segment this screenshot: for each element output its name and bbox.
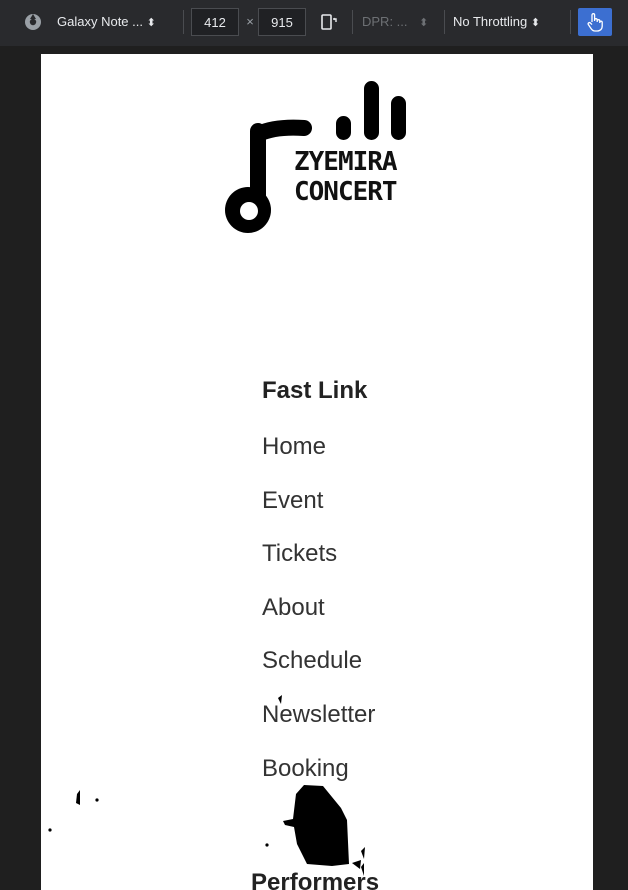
toolbar-divider xyxy=(352,10,353,34)
rotate-icon[interactable] xyxy=(316,8,342,36)
device-select-arrow-icon: ⬍ xyxy=(146,17,156,29)
dpr-select-arrow-icon: ⬍ xyxy=(419,17,429,29)
nav-link-newsletter[interactable]: Newsletter xyxy=(262,701,375,728)
nav-item-event: Event xyxy=(262,480,375,534)
nav-item-booking: Booking xyxy=(262,748,375,802)
nav-link-schedule[interactable]: Schedule xyxy=(262,647,362,674)
throttling-select-label: No Throttling xyxy=(453,14,528,29)
toolbar-divider xyxy=(570,10,571,34)
nav-item-tickets: Tickets xyxy=(262,533,375,587)
dpr-select-label: DPR: ... xyxy=(362,14,408,29)
fast-link-heading: Fast Link xyxy=(262,377,368,404)
throttling-select-arrow-icon: ⬍ xyxy=(530,17,541,29)
device-settings-icon[interactable] xyxy=(22,8,44,36)
nav-link-booking[interactable]: Booking xyxy=(262,755,349,782)
zyemira-concert-logo: ZYEMIRA CONCERT xyxy=(216,76,421,241)
nav-item-newsletter: Newsletter xyxy=(262,694,375,748)
nav-link-home[interactable]: Home xyxy=(262,433,326,460)
throttling-select[interactable]: No Throttling ⬍ xyxy=(453,8,567,36)
device-select[interactable]: Galaxy Note ... ⬍ xyxy=(57,8,177,36)
device-viewport: ZYEMIRA CONCERT Fast Link Home Event Tic… xyxy=(41,54,593,890)
nav-item-home: Home xyxy=(262,426,375,480)
dimension-separator: × xyxy=(246,14,254,29)
logo-text-line1: ZYEMIRA xyxy=(294,147,398,177)
device-toolbar: Galaxy Note ... ⬍ 412 × 915 DPR: ... ⬍ N… xyxy=(0,0,628,46)
touch-toggle-button[interactable] xyxy=(578,8,612,36)
logo-text-line2: CONCERT xyxy=(294,177,398,207)
nav-item-schedule: Schedule xyxy=(262,640,375,694)
nav-item-about: About xyxy=(262,587,375,641)
fast-link-list: Home Event Tickets About Schedule Newsle… xyxy=(262,426,375,801)
height-input[interactable]: 915 xyxy=(258,8,306,36)
performers-heading: Performers xyxy=(251,869,380,890)
hand-pointer-icon xyxy=(587,13,603,32)
toolbar-divider xyxy=(444,10,445,34)
toolbar-divider xyxy=(183,10,184,34)
width-input[interactable]: 412 xyxy=(191,8,239,36)
dpr-select[interactable]: DPR: ... ⬍ xyxy=(362,8,440,36)
device-select-label: Galaxy Note ... xyxy=(57,14,143,29)
nav-link-tickets[interactable]: Tickets xyxy=(262,540,337,567)
nav-link-event[interactable]: Event xyxy=(262,487,323,514)
nav-link-about[interactable]: About xyxy=(262,594,325,621)
